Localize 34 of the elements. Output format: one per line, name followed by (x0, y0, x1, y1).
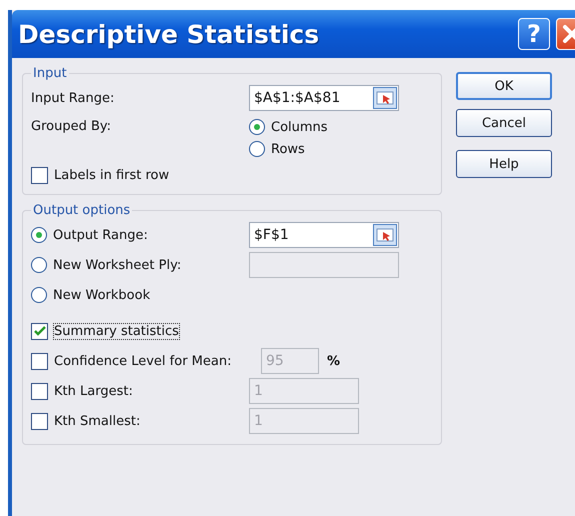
dialog-button[interactable]: OK (456, 72, 552, 100)
radio-option[interactable]: Rows (249, 141, 328, 157)
percent-label: % (327, 354, 340, 368)
range-picker-icon[interactable] (373, 224, 397, 246)
option[interactable]: Output Range: (31, 227, 249, 243)
dialog-button[interactable]: Help (456, 150, 552, 178)
field-label: Input Range: (31, 90, 116, 106)
option[interactable]: Kth Smallest: (31, 412, 249, 430)
radio-button[interactable] (249, 141, 265, 157)
option[interactable]: New Worksheet Ply: (31, 257, 249, 273)
help-button[interactable]: ? (518, 18, 550, 50)
checkbox[interactable] (31, 382, 48, 400)
option[interactable]: Summary statistics (31, 322, 179, 340)
checkbox[interactable] (31, 412, 48, 430)
checkbox[interactable] (31, 352, 48, 370)
input-range-field[interactable]: $A$1:$A$81 (249, 85, 399, 111)
option[interactable]: Kth Largest: (31, 382, 249, 400)
group-legend: Output options (31, 203, 132, 218)
radio-button[interactable] (249, 119, 265, 135)
group-legend: Input (31, 66, 69, 81)
checkbox-option[interactable]: Labels in first row (31, 167, 433, 184)
window-title: Descriptive Statistics (18, 20, 320, 48)
radio-button[interactable] (31, 287, 47, 303)
radio-button[interactable] (31, 257, 47, 273)
option[interactable]: New Workbook (31, 287, 249, 303)
radio-option[interactable]: Columns (249, 119, 328, 135)
option[interactable]: Confidence Level for Mean: (31, 352, 249, 370)
dialog-button[interactable]: Cancel (456, 109, 552, 137)
range-picker-icon[interactable] (373, 87, 397, 109)
field-label: Grouped By: (31, 119, 112, 136)
radio-button[interactable] (31, 227, 47, 243)
checkbox[interactable] (31, 322, 48, 340)
checkbox[interactable] (31, 167, 48, 184)
text-field[interactable]: $F$1 (249, 222, 399, 248)
